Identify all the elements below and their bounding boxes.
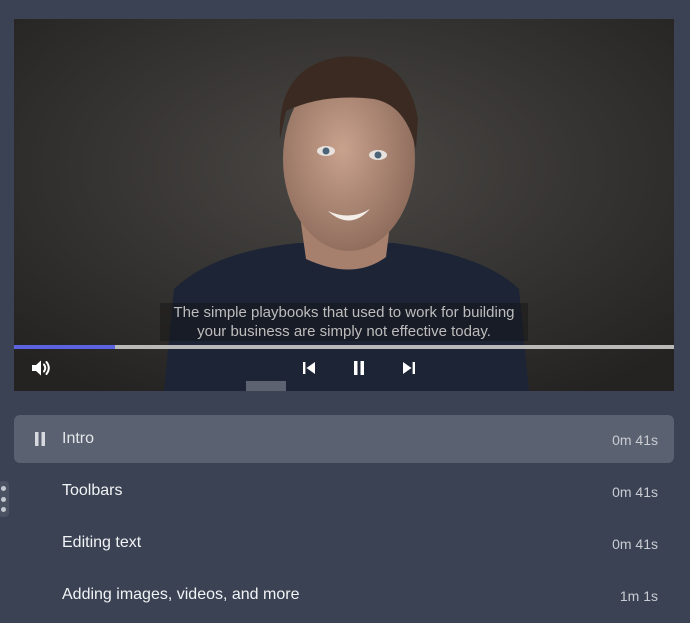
skip-previous-icon (302, 361, 316, 380)
playlist-item-intro[interactable]: Intro 0m 41s (14, 415, 674, 463)
playlist-item-duration: 0m 41s (612, 536, 658, 552)
next-button[interactable] (397, 359, 421, 381)
playlist-item-duration: 0m 41s (612, 432, 658, 448)
playlist-item-title: Intro (62, 430, 95, 447)
playlist-item-adding-images[interactable]: Adding images, videos, and more 1m 1s (14, 571, 674, 619)
playlist-item-toolbars[interactable]: Toolbars 0m 41s (14, 467, 674, 515)
drag-handle[interactable] (0, 481, 9, 517)
playlist-item-title: Editing text (62, 534, 142, 551)
pause-icon (34, 432, 46, 451)
progress-bar[interactable] (14, 345, 674, 349)
video-player[interactable]: The simple playbooks that used to work f… (14, 19, 674, 391)
subtitle-text: The simple playbooks that used to work f… (160, 303, 528, 341)
drag-dot (1, 486, 6, 492)
playlist-item-title: Toolbars (62, 482, 123, 499)
pause-icon (352, 360, 366, 381)
playlist-item-editing-text[interactable]: Editing text 0m 41s (14, 519, 674, 567)
skip-next-icon (402, 361, 416, 380)
drag-dot (1, 496, 6, 502)
volume-icon (31, 359, 51, 382)
previous-button[interactable] (297, 359, 321, 381)
drag-dot (1, 506, 6, 512)
subtitle-caption: The simple playbooks that used to work f… (14, 303, 674, 341)
playlist-item-title: Adding images, videos, and more (62, 586, 300, 603)
progress-fill (14, 345, 115, 349)
pause-button[interactable] (347, 359, 371, 381)
volume-button[interactable] (29, 359, 53, 381)
playlist-item-duration: 0m 41s (612, 484, 658, 500)
playlist: Intro 0m 41s Toolbars 0m 41s Editing tex… (14, 415, 674, 623)
playlist-item-duration: 1m 1s (619, 588, 658, 604)
